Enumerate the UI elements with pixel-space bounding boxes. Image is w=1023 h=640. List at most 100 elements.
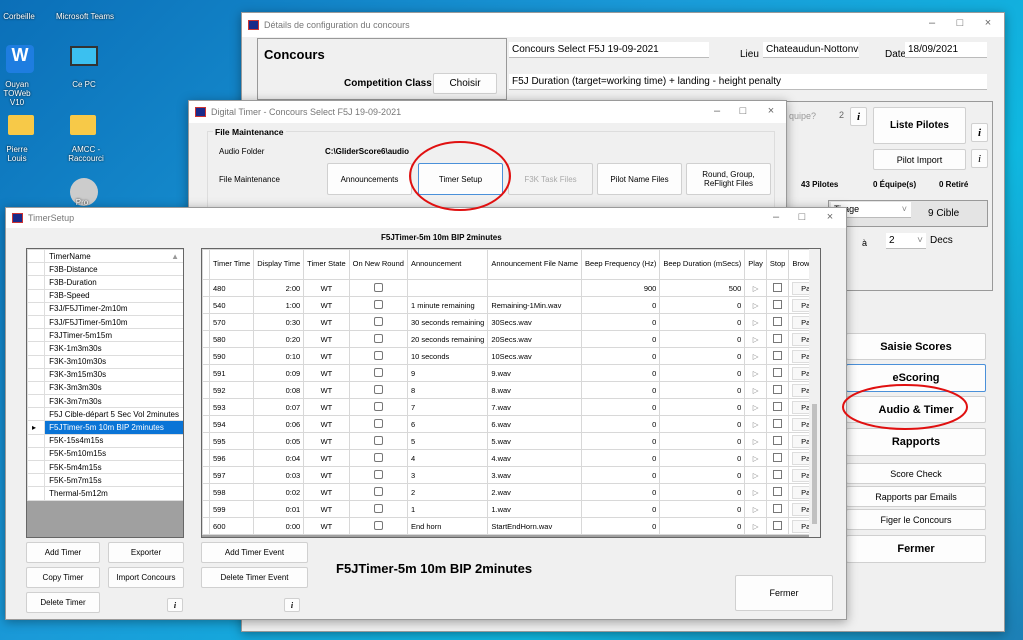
beep-duration-cell[interactable]: 500: [659, 279, 746, 297]
stop-cell[interactable]: [765, 466, 790, 484]
stop-checkbox[interactable]: [773, 282, 783, 292]
stop-checkbox[interactable]: [773, 469, 783, 479]
timer-time-cell[interactable]: 580: [208, 330, 255, 348]
row-selector[interactable]: [202, 313, 210, 331]
play-icon[interactable]: ▷: [744, 517, 767, 535]
rapports-emails-button[interactable]: Rapports par Emails: [846, 486, 986, 507]
timer-state-cell[interactable]: WT: [303, 483, 350, 501]
announcement-cell[interactable]: End horn: [406, 517, 489, 535]
stop-cell[interactable]: [765, 313, 790, 331]
table-row[interactable]: 580 0:20 WT 20 seconds remaining 20Secs.…: [202, 330, 820, 348]
announcement-cell[interactable]: 4: [406, 449, 489, 467]
row-selector[interactable]: [202, 415, 210, 433]
timer-list-item[interactable]: Thermal-5m12m: [27, 486, 183, 501]
stop-cell[interactable]: [765, 381, 790, 399]
row-selector[interactable]: [27, 394, 46, 409]
row-selector[interactable]: [27, 473, 46, 488]
table-row[interactable]: 480 2:00 WT 900 500 ▷ Parcourir: [202, 279, 820, 297]
beep-frequency-cell[interactable]: 0: [581, 313, 661, 331]
lieu-field[interactable]: Chateaudun-Nottonvill: [763, 42, 859, 58]
fermer-concours-button[interactable]: Fermer: [846, 535, 986, 563]
row-selector[interactable]: [27, 328, 46, 343]
timer-list-item[interactable]: F3J/F5JTimer-2m10m: [27, 301, 183, 316]
beep-duration-cell[interactable]: 0: [659, 415, 746, 433]
figer-concours-button[interactable]: Figer le Concours: [846, 509, 986, 530]
announcement-cell[interactable]: 7: [406, 398, 489, 416]
stop-cell[interactable]: [765, 330, 790, 348]
play-icon[interactable]: ▷: [744, 296, 767, 314]
folder-icon[interactable]: [70, 115, 96, 135]
add-timer-event-button[interactable]: Add Timer Event: [201, 542, 308, 563]
timer-list-item[interactable]: F3K-3m7m30s: [27, 394, 183, 409]
close-icon[interactable]: ×: [761, 105, 781, 117]
table-row[interactable]: 590 0:10 WT 10 seconds 10Secs.wav 0 0 ▷ …: [202, 347, 820, 365]
stop-cell[interactable]: [765, 483, 790, 501]
display-time-cell[interactable]: 0:30: [253, 313, 305, 331]
saisie-scores-button[interactable]: Saisie Scores: [846, 333, 986, 360]
row-selector[interactable]: [27, 262, 46, 277]
stop-cell[interactable]: [765, 449, 790, 467]
row-selector[interactable]: [27, 380, 46, 396]
on-new-round-checkbox[interactable]: [373, 452, 383, 462]
on-new-round-checkbox[interactable]: [373, 486, 383, 496]
audio-timer-button[interactable]: Audio & Timer: [846, 396, 986, 423]
row-selector[interactable]: [202, 279, 210, 297]
display-time-cell[interactable]: 0:02: [253, 483, 305, 501]
beep-frequency-cell[interactable]: 0: [581, 449, 661, 467]
concours-name-field[interactable]: Concours Select F5J 19-09-2021: [509, 42, 709, 58]
timer-time-cell[interactable]: 596: [208, 449, 255, 467]
table-row[interactable]: 594 0:06 WT 6 6.wav 0 0 ▷ Parcourir: [202, 415, 820, 433]
file-name-cell[interactable]: 2.wav: [487, 483, 583, 501]
timer-list-item[interactable]: F5K-5m7m15s: [27, 473, 183, 488]
pilot-import-button[interactable]: Pilot Import: [873, 149, 966, 170]
announcement-cell[interactable]: 9: [406, 364, 489, 382]
stop-checkbox[interactable]: [773, 435, 783, 445]
stop-cell[interactable]: [765, 296, 790, 314]
f3k-task-files-button[interactable]: F3K Task Files: [508, 163, 593, 195]
beep-frequency-cell[interactable]: 0: [581, 500, 661, 518]
add-timer-button[interactable]: Add Timer: [26, 542, 100, 563]
display-time-cell[interactable]: 0:06: [253, 415, 305, 433]
minimize-icon[interactable]: –: [922, 17, 942, 29]
row-selector[interactable]: [202, 364, 210, 382]
timer-time-cell[interactable]: 593: [208, 398, 255, 416]
announcement-cell[interactable]: 2: [406, 483, 489, 501]
decs-dropdown[interactable]: 2 ˅: [886, 233, 926, 249]
list-header[interactable]: TimerName ▲: [44, 249, 183, 264]
column-header[interactable]: Timer Time: [208, 249, 255, 280]
stop-checkbox[interactable]: [773, 520, 783, 530]
stop-cell[interactable]: [765, 364, 790, 382]
stop-checkbox[interactable]: [773, 316, 783, 326]
file-name-cell[interactable]: 6.wav: [487, 415, 583, 433]
timer-state-cell[interactable]: WT: [303, 313, 350, 331]
timer-state-cell[interactable]: WT: [303, 432, 350, 450]
announcement-cell[interactable]: 1 minute remaining: [406, 296, 489, 314]
stop-checkbox[interactable]: [773, 486, 783, 496]
on-new-round-checkbox[interactable]: [373, 418, 383, 428]
file-name-cell[interactable]: 5.wav: [487, 432, 583, 450]
beep-frequency-cell[interactable]: 0: [581, 466, 661, 484]
stop-cell[interactable]: [765, 347, 790, 365]
timer-state-cell[interactable]: WT: [303, 364, 350, 382]
row-selector[interactable]: [27, 288, 46, 303]
stop-checkbox[interactable]: [773, 418, 783, 428]
play-icon[interactable]: ▷: [744, 415, 767, 433]
announcement-cell[interactable]: 1: [406, 500, 489, 518]
row-selector[interactable]: ▸: [27, 420, 46, 435]
column-header[interactable]: Announcement File Name: [487, 249, 583, 280]
beep-frequency-cell[interactable]: 0: [581, 347, 661, 365]
computer-icon[interactable]: [70, 46, 98, 66]
on-new-round-checkbox[interactable]: [373, 282, 383, 292]
beep-duration-cell[interactable]: 0: [659, 483, 746, 501]
on-new-round-checkbox[interactable]: [373, 316, 383, 326]
column-header[interactable]: On New Round: [348, 249, 408, 280]
on-new-round-cell[interactable]: [348, 415, 408, 433]
timer-list-item[interactable]: F5K-5m4m15s: [27, 459, 183, 475]
timer-list-item[interactable]: F3B-Distance: [27, 262, 183, 277]
timer-list-item[interactable]: F3K-3m10m30s: [27, 354, 183, 369]
beep-duration-cell[interactable]: 0: [659, 381, 746, 399]
stop-checkbox[interactable]: [773, 401, 783, 411]
toweb-app-icon[interactable]: W: [6, 45, 34, 73]
file-name-cell[interactable]: StartEndHorn.wav: [487, 517, 583, 535]
beep-duration-cell[interactable]: 0: [659, 449, 746, 467]
